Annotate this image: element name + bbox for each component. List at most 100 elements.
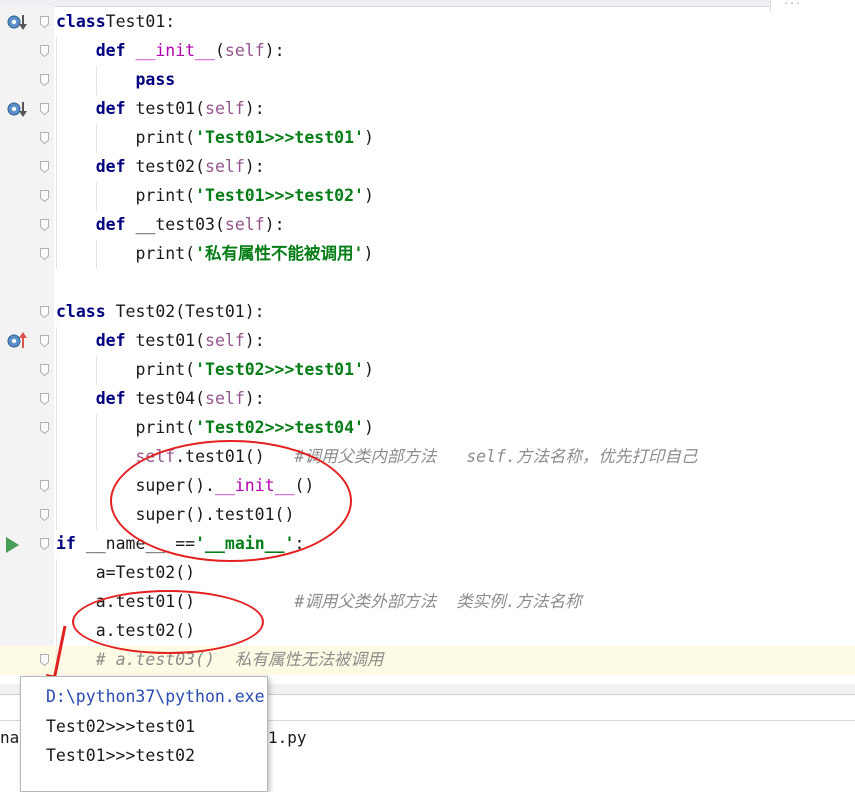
code-text: print('Test01>>>test01') [56,127,374,149]
code-token: test02( [125,157,206,176]
output-line: Test01>>>test02 [46,746,196,765]
code-line[interactable]: def test04(self): [0,385,855,414]
code-token: # a.test03() 私有属性无法被调用 [95,650,384,669]
code-token: def [95,331,126,350]
code-token: test01( [125,99,206,118]
code-token: Test02(Test01): [105,302,265,321]
code-token: print( [56,128,196,147]
fold-marker-icon[interactable] [40,161,49,173]
code-text: # a.test03() 私有属性无法被调用 [56,649,384,671]
code-text: pass [56,69,175,91]
code-line[interactable]: classTest01: [0,8,855,37]
code-line[interactable] [0,269,855,298]
code-token: 'Test01>>>test01' [195,128,364,147]
code-token: pass [135,70,176,89]
code-line[interactable]: def test01(self): [0,95,855,124]
code-line[interactable]: print('Test02>>>test04') [0,414,855,443]
code-line[interactable]: print('Test02>>>test01') [0,356,855,385]
code-text: classTest01: [56,11,175,33]
code-token: #调用父类内部方法 self.方法名称，优先打印自己 [294,447,698,466]
annotation-ellipse-super-calls [110,440,352,562]
fold-marker-icon[interactable] [40,132,49,144]
annotation-ellipse-instance-calls [72,590,264,654]
code-token: print( [56,360,196,379]
code-token: test04( [125,389,206,408]
code-token: #调用父类外部方法 类实例.方法名称 [294,592,582,611]
code-line[interactable]: a=Test02() [0,559,855,588]
run-output-popup: D:\python37\python.exe Test02>>>test01 T… [20,676,268,792]
run-output-partial-right: 1.py [268,728,307,747]
code-token: ) [363,128,374,147]
code-text: def __test03(self): [56,214,285,236]
fold-marker-icon[interactable] [40,248,49,260]
code-line[interactable]: class Test02(Test01): [0,298,855,327]
code-token: def [95,215,126,234]
code-token: ): [264,215,285,234]
code-text: print('Test01>>>test02') [56,185,373,207]
fold-marker-icon[interactable] [40,219,49,231]
code-line[interactable]: pass [0,66,855,95]
code-token: test01( [125,331,206,350]
code-token: ) [363,360,374,379]
code-token: self [205,331,245,350]
code-token: self [205,157,245,176]
code-token: Test01: [105,12,176,31]
fold-marker-icon[interactable] [40,103,49,115]
code-token: 'Test02>>>test01' [195,360,364,379]
code-token: def [95,99,126,118]
code-token: ) [363,418,374,437]
code-text: print('私有属性不能被调用') [56,243,373,265]
code-text: class Test02(Test01): [56,301,265,323]
code-token: 'Test01>>>test02' [195,186,364,205]
fold-marker-icon[interactable] [40,74,49,86]
code-token: ( [214,41,225,60]
code-token: def [95,41,126,60]
code-token: print( [56,418,196,437]
fold-marker-icon[interactable] [40,45,49,57]
editor-tab-strip [0,0,855,7]
override-down-icon[interactable] [6,99,28,119]
code-text: def test01(self): [56,98,265,120]
run-icon[interactable] [6,537,19,553]
override-down-icon[interactable] [6,12,28,32]
code-token: print( [56,244,196,263]
code-token: ): [244,157,265,176]
code-token: 'Test02>>>test04' [195,418,364,437]
code-line[interactable]: if __name__ =='__main__': [0,530,855,559]
code-token: ): [244,389,265,408]
fold-marker-icon[interactable] [40,422,49,434]
code-token: ) [363,244,374,263]
fold-marker-icon[interactable] [40,190,49,202]
code-text: print('Test02>>>test01') [56,359,374,381]
code-token: __test03( [125,215,225,234]
code-token: def [95,389,126,408]
fold-marker-icon[interactable] [40,538,49,550]
fold-marker-icon[interactable] [40,364,49,376]
code-line[interactable]: print('Test01>>>test01') [0,124,855,153]
fold-marker-icon[interactable] [40,509,49,521]
code-line[interactable]: def __init__(self): [0,37,855,66]
code-line[interactable]: def test01(self): [0,327,855,356]
code-line[interactable]: print('Test01>>>test02') [0,182,855,211]
code-line[interactable]: def __test03(self): [0,211,855,240]
code-token: ): [264,41,285,60]
code-token: a=Test02() [56,563,196,582]
implement-up-icon[interactable] [6,331,28,351]
code-token: ): [244,331,265,350]
fold-marker-icon[interactable] [40,335,49,347]
code-line[interactable]: def test02(self): [0,153,855,182]
code-line[interactable]: print('私有属性不能被调用') [0,240,855,269]
code-token: class [56,12,106,31]
fold-marker-icon[interactable] [40,393,49,405]
fold-marker-icon[interactable] [40,16,49,28]
fold-marker-icon[interactable] [40,306,49,318]
fold-marker-icon[interactable] [40,480,49,492]
code-text: def test02(self): [56,156,265,178]
code-text: def test01(self): [56,330,265,352]
code-token: self [205,99,245,118]
